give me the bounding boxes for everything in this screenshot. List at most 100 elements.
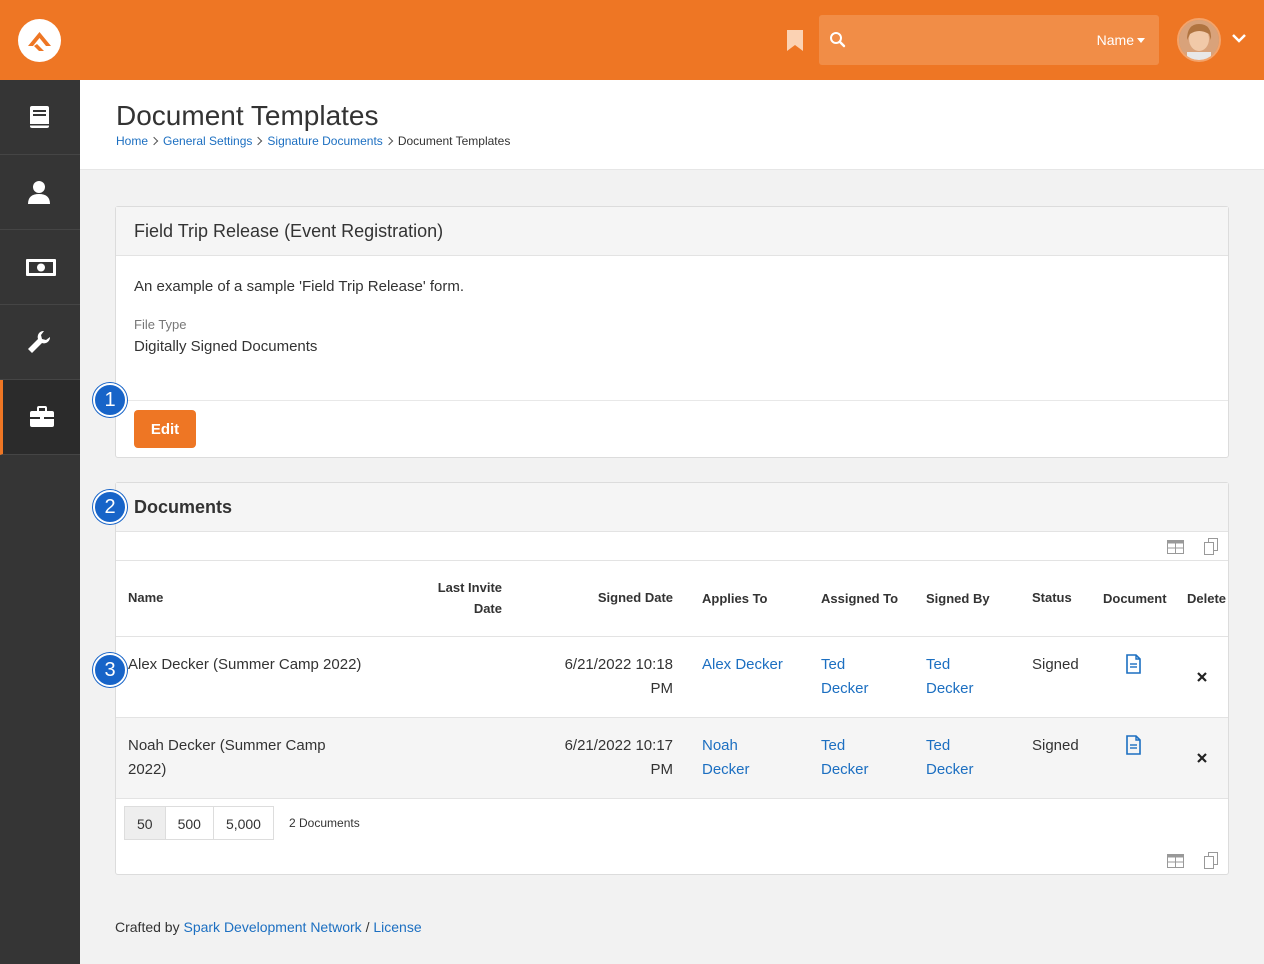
copy-icon[interactable] bbox=[1204, 538, 1218, 555]
sidebar-item-content[interactable] bbox=[0, 80, 80, 155]
breadcrumb-general-settings[interactable]: General Settings bbox=[163, 134, 252, 148]
page-size-5000[interactable]: 5,000 bbox=[212, 806, 274, 840]
col-header-assigned-to[interactable]: Assigned To bbox=[821, 588, 898, 609]
panel-title: Field Trip Release (Event Registration) bbox=[116, 207, 1228, 256]
cell-applies-to-line2: Decker bbox=[702, 761, 750, 778]
cell-applies-to-link[interactable]: Noah Decker bbox=[702, 734, 750, 782]
book-icon bbox=[30, 106, 49, 128]
cell-applies-to-link[interactable]: Alex Decker bbox=[702, 653, 783, 677]
cell-signed-by-line2: Decker bbox=[926, 761, 974, 778]
footer-license-link[interactable]: License bbox=[373, 919, 421, 935]
footer-prefix: Crafted by bbox=[115, 919, 180, 935]
col-header-delete: Delete bbox=[1187, 591, 1227, 606]
page-header: Document Templates Home General Settings S… bbox=[80, 80, 1264, 170]
panel-title: Documents bbox=[116, 483, 1228, 532]
person-icon bbox=[28, 181, 50, 204]
sidebar-item-people[interactable] bbox=[0, 155, 80, 230]
page-footer: Crafted by Spark Development Network / L… bbox=[115, 919, 422, 935]
cell-name-line1: Noah Decker (Summer Camp bbox=[128, 737, 326, 754]
page-size-selector: 50 500 5,000 bbox=[124, 806, 274, 840]
chevron-right-icon bbox=[149, 136, 159, 146]
cell-name: Alex Decker (Summer Camp 2022) bbox=[128, 653, 361, 677]
delete-icon[interactable] bbox=[1197, 753, 1207, 763]
avatar[interactable] bbox=[1177, 18, 1221, 62]
cell-signed-date-line2: PM bbox=[650, 761, 674, 778]
breadcrumb-current: Document Templates bbox=[397, 134, 511, 148]
excel-export-icon[interactable] bbox=[1167, 540, 1184, 554]
copy-icon[interactable] bbox=[1204, 852, 1218, 869]
chevron-down-icon[interactable] bbox=[1231, 33, 1247, 45]
cell-signed-date-line2: PM bbox=[650, 680, 674, 697]
footer-spark-link[interactable]: Spark Development Network bbox=[183, 919, 361, 935]
col-header-name[interactable]: Name bbox=[128, 587, 163, 608]
document-file-icon[interactable] bbox=[1126, 735, 1141, 755]
search-input[interactable] bbox=[855, 25, 1075, 55]
edit-button[interactable]: Edit bbox=[134, 410, 196, 448]
cell-signed-date: 6/21/2022 10:17 PM bbox=[536, 734, 673, 782]
item-count: 2 Documents bbox=[289, 816, 360, 830]
col-header-last-invite-line2: Date bbox=[473, 601, 502, 616]
chevron-right-icon bbox=[384, 136, 394, 146]
search-icon bbox=[830, 32, 846, 48]
template-detail-panel: Field Trip Release (Event Registration) … bbox=[115, 206, 1229, 458]
briefcase-icon bbox=[30, 406, 54, 427]
money-icon bbox=[26, 259, 56, 276]
wrench-icon bbox=[28, 330, 51, 353]
cell-signed-date-line1: 6/21/2022 10:18 bbox=[564, 656, 673, 673]
sidebar-item-admin[interactable] bbox=[0, 380, 80, 455]
bookmark-icon[interactable] bbox=[786, 30, 804, 51]
cell-signed-by-line1: Ted bbox=[926, 656, 951, 673]
col-header-applies-to[interactable]: Applies To bbox=[702, 588, 767, 609]
cell-applies-to-line1: Alex Decker bbox=[702, 656, 783, 673]
excel-export-icon[interactable] bbox=[1167, 854, 1184, 868]
page-title: Document Templates bbox=[116, 100, 379, 131]
cell-signed-date-line1: 6/21/2022 10:17 bbox=[564, 737, 673, 754]
delete-icon[interactable] bbox=[1197, 672, 1207, 682]
cell-signed-by-line1: Ted bbox=[926, 737, 951, 754]
col-header-last-invite[interactable]: Last Invite Date bbox=[416, 577, 502, 619]
grid-actions-top bbox=[116, 532, 1228, 561]
caret-down-icon bbox=[1137, 38, 1145, 43]
cell-status: Signed bbox=[1032, 656, 1079, 673]
sidebar-item-finance[interactable] bbox=[0, 230, 80, 305]
callout-badge-1: 1 bbox=[93, 383, 127, 417]
search-filter-label: Name bbox=[1096, 32, 1134, 48]
col-header-signed-date[interactable]: Signed Date bbox=[556, 587, 673, 608]
breadcrumb: Home General Settings Signature Documents D… bbox=[116, 134, 510, 148]
search-box: Name bbox=[819, 15, 1159, 65]
page-size-50[interactable]: 50 bbox=[124, 806, 166, 840]
col-header-signed-by[interactable]: Signed By bbox=[926, 588, 990, 609]
search-filter-dropdown[interactable]: Name bbox=[1097, 32, 1145, 48]
cell-name-line1: Alex Decker (Summer Camp 2022) bbox=[128, 656, 362, 673]
footer-separator: / bbox=[365, 919, 370, 935]
chevron-right-icon bbox=[254, 136, 263, 146]
template-description: An example of a sample 'Field Trip Relea… bbox=[134, 278, 465, 295]
page-size-500[interactable]: 500 bbox=[164, 806, 214, 840]
document-file-icon[interactable] bbox=[1126, 654, 1141, 674]
rock-logo-icon[interactable] bbox=[18, 19, 61, 62]
callout-badge-2: 2 bbox=[93, 490, 127, 524]
cell-name-line2: 2022) bbox=[128, 761, 167, 778]
table-row[interactable]: Noah Decker (Summer Camp 2022) 6/21/2022 … bbox=[116, 717, 1228, 798]
col-header-status[interactable]: Status bbox=[1032, 587, 1072, 608]
sidebar bbox=[0, 80, 80, 964]
file-type-label: File Type bbox=[134, 317, 187, 332]
cell-assigned-to-line2: Decker bbox=[821, 761, 869, 778]
documents-panel: Documents Name Last Invite Date Signed Da… bbox=[115, 482, 1229, 875]
cell-status: Signed bbox=[1032, 737, 1079, 754]
cell-assigned-to-link[interactable]: Ted Decker bbox=[821, 653, 869, 701]
cell-assigned-to-line1: Ted bbox=[821, 737, 846, 754]
col-header-document: Document bbox=[1103, 591, 1167, 606]
table-row[interactable]: Alex Decker (Summer Camp 2022) 6/21/2022… bbox=[116, 636, 1228, 717]
cell-assigned-to-line2: Decker bbox=[821, 680, 869, 697]
breadcrumb-signature-documents[interactable]: Signature Documents bbox=[267, 134, 382, 148]
divider bbox=[116, 400, 1228, 401]
cell-signed-by-link[interactable]: Ted Decker bbox=[926, 653, 974, 701]
file-type-value: Digitally Signed Documents bbox=[134, 338, 318, 355]
col-header-last-invite-line1: Last Invite bbox=[437, 580, 502, 595]
cell-signed-by-link[interactable]: Ted Decker bbox=[926, 734, 974, 782]
sidebar-item-tools[interactable] bbox=[0, 305, 80, 380]
breadcrumb-home[interactable]: Home bbox=[116, 134, 148, 148]
cell-assigned-to-link[interactable]: Ted Decker bbox=[821, 734, 869, 782]
cell-signed-date: 6/21/2022 10:18 PM bbox=[536, 653, 673, 701]
